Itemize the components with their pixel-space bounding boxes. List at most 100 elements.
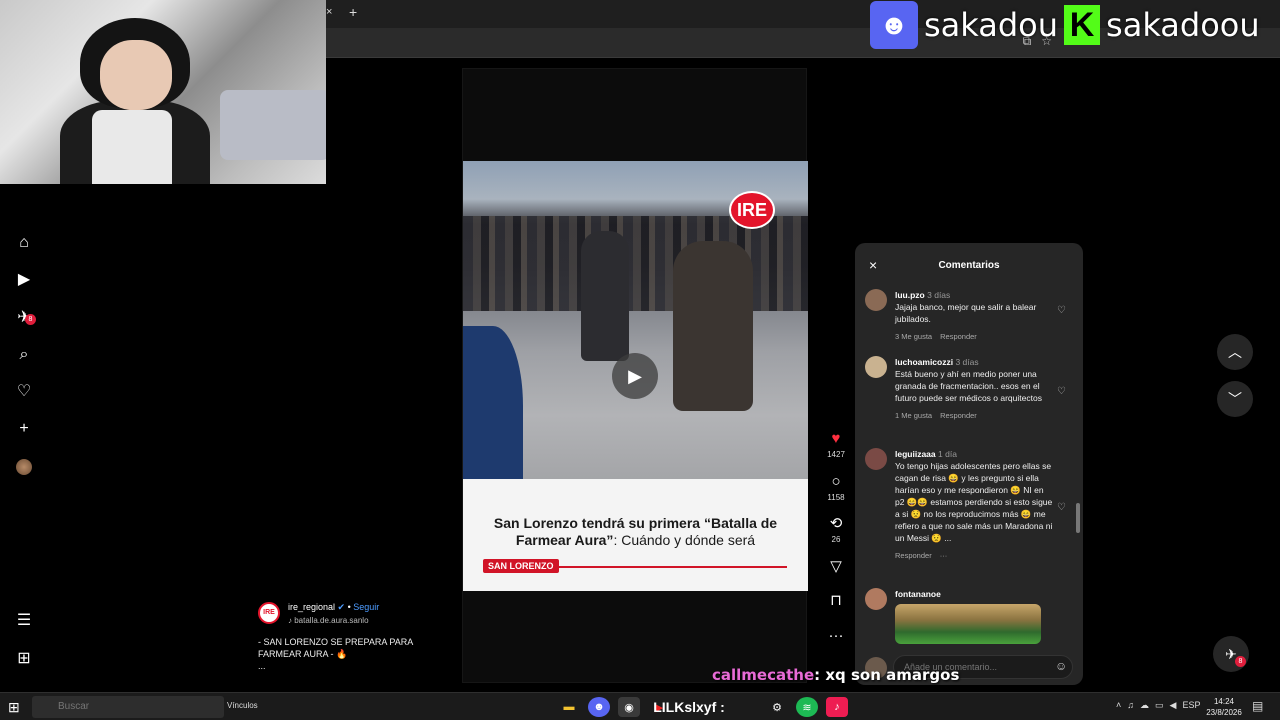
reply-button[interactable]: Responder: [940, 411, 977, 420]
play-icon[interactable]: ▶: [612, 353, 658, 399]
comment-username[interactable]: luu.pzo: [895, 290, 925, 300]
comment-avatar[interactable]: [865, 448, 887, 470]
share-icon: ▽: [830, 558, 842, 575]
profile-avatar: [16, 459, 32, 475]
settings-icon[interactable]: ⚙: [766, 697, 788, 717]
comment-likes[interactable]: 3 Me gusta: [895, 332, 932, 341]
scroll-thumb[interactable]: [1076, 503, 1080, 533]
comment-avatar[interactable]: [865, 588, 887, 610]
chat-overlay-text: LILKslxyf :: [653, 699, 725, 715]
file-explorer-icon[interactable]: ▬: [558, 697, 580, 717]
discord-icon: ☻: [870, 1, 918, 49]
messages-badge: 8: [25, 314, 36, 325]
comment-time: 3 días: [955, 357, 979, 367]
chat-text: : xq son amargos: [814, 666, 960, 684]
caption-divider: [553, 566, 787, 568]
clock[interactable]: 14:24 23/8/2026: [1202, 696, 1246, 718]
audio-track[interactable]: ♪ batalla.de.aura.sanlo: [288, 616, 369, 625]
comment-sticker-image: [895, 604, 1041, 644]
meta-icon[interactable]: ⊞: [14, 649, 34, 669]
cloud-icon[interactable]: ☁: [1140, 700, 1149, 711]
ire-logo: IRE: [729, 191, 775, 229]
home-icon[interactable]: ⌂: [14, 233, 34, 253]
headset-icon[interactable]: ♫: [1127, 700, 1134, 711]
emoji-icon[interactable]: ☺: [1055, 659, 1067, 673]
tab-close-button[interactable]: ×: [326, 6, 332, 18]
comment-username[interactable]: leguiizaaa: [895, 449, 936, 459]
comment-text: Yo tengo hijas adolescentes pero ellas s…: [895, 461, 1053, 543]
reply-button[interactable]: Responder: [895, 551, 932, 560]
network-icon[interactable]: ▭: [1155, 700, 1164, 711]
repost-button[interactable]: ⟲ 26: [822, 515, 850, 544]
comment-like-icon[interactable]: ♡: [1057, 305, 1066, 316]
comment-like-icon[interactable]: ♡: [1057, 386, 1066, 397]
share-button[interactable]: ▽: [822, 558, 850, 576]
comment-icon: ○: [831, 473, 841, 490]
heart-icon[interactable]: ♡: [14, 382, 34, 402]
tray-arrow-icon[interactable]: ˄: [1116, 700, 1121, 711]
dancer-left: [581, 231, 629, 361]
comment-username[interactable]: luchoamicozzi: [895, 357, 953, 367]
comment-likes[interactable]: 1 Me gusta: [895, 411, 932, 420]
reel-video[interactable]: IRE ▶: [463, 161, 808, 479]
webcam-overlay: [0, 0, 326, 184]
previous-reel-button[interactable]: ︿: [1217, 334, 1253, 370]
author-avatar[interactable]: IRE: [258, 602, 280, 624]
background-bed: [220, 90, 326, 160]
chat-username: callmecathe: [712, 666, 815, 684]
windows-start-icon[interactable]: ⊞: [8, 699, 20, 716]
dancer-right: [673, 241, 753, 411]
comment-text: Jajaja banco, mejor que salir a balear j…: [895, 302, 1037, 324]
kick-name: sakadoou: [1106, 6, 1260, 44]
reply-button[interactable]: Responder: [940, 332, 977, 341]
volume-icon[interactable]: ◀: [1170, 700, 1177, 711]
tiktok-icon[interactable]: ♪: [826, 697, 848, 717]
spotify-icon[interactable]: ≋: [796, 697, 818, 717]
next-reel-button[interactable]: ﹀: [1217, 381, 1253, 417]
streamer-face: [100, 40, 172, 110]
taskbar-search-input[interactable]: [32, 696, 224, 718]
search-icon[interactable]: ⌕: [14, 345, 34, 365]
language-indicator[interactable]: ESP: [1182, 700, 1200, 711]
profile-icon[interactable]: [14, 457, 34, 477]
comment-username[interactable]: fontananoe: [895, 589, 941, 599]
menu-icon[interactable]: ☰: [14, 611, 34, 631]
discord-app-icon[interactable]: ☻: [588, 697, 610, 717]
verified-icon: ✔: [337, 602, 346, 612]
foreground-figure: [463, 326, 523, 479]
comment-text: Está bueno y ahí en medio poner una gran…: [895, 369, 1042, 403]
messages-button[interactable]: ✈ 8: [1213, 636, 1249, 672]
create-icon[interactable]: +: [14, 419, 34, 439]
windows-taskbar: ⊞ ⌕ Vínculos ▬ ☻ ◉ ▶ LILKslxyf : ⚙ ≋ ♪ ˄…: [0, 692, 1280, 720]
new-tab-button[interactable]: +: [349, 4, 357, 20]
chrome-icon[interactable]: ◉: [618, 697, 640, 717]
repost-count: 26: [831, 535, 841, 544]
system-tray: ˄ ♫ ☁ ▭ ◀ ESP: [1116, 700, 1200, 711]
repost-icon: ⟲: [829, 515, 843, 532]
like-button[interactable]: ♥ 1427: [822, 430, 850, 459]
comment-button[interactable]: ○ 1158: [822, 473, 850, 502]
links-toolbar[interactable]: Vínculos: [227, 701, 258, 710]
notification-icon[interactable]: ▤: [1252, 699, 1263, 713]
heart-icon: ♥: [831, 430, 841, 447]
more-button[interactable]: ···: [822, 627, 850, 645]
follow-button[interactable]: Seguir: [353, 602, 379, 612]
comments-panel: × Comentarios luu.pzo 3 días Jajaja banc…: [855, 243, 1083, 685]
reels-icon[interactable]: ▶: [14, 270, 34, 290]
comment-avatar[interactable]: [865, 289, 887, 311]
save-button[interactable]: ⊓: [822, 592, 850, 610]
reel-post[interactable]: IRE ▶ San Lorenzo tendrá su primera “Bat…: [462, 68, 808, 683]
social-overlay: ☻ sakadou K sakadoou: [870, 0, 1280, 50]
more-icon: ···: [828, 627, 844, 644]
comment-more-icon[interactable]: ···: [940, 551, 948, 560]
comments-scrollbar[interactable]: [1076, 293, 1080, 633]
description-more[interactable]: ...: [258, 660, 423, 672]
comment-time: 1 día: [938, 449, 957, 459]
messages-icon[interactable]: ✈ 8: [14, 308, 36, 328]
crowd-image: [463, 216, 808, 311]
reel-caption-card: San Lorenzo tendrá su primera “Batalla d…: [463, 479, 808, 591]
comment-like-icon[interactable]: ♡: [1057, 502, 1066, 513]
location-tag: SAN LORENZO: [483, 559, 559, 573]
author-username[interactable]: ire_regional: [288, 602, 335, 612]
comment-avatar[interactable]: [865, 356, 887, 378]
